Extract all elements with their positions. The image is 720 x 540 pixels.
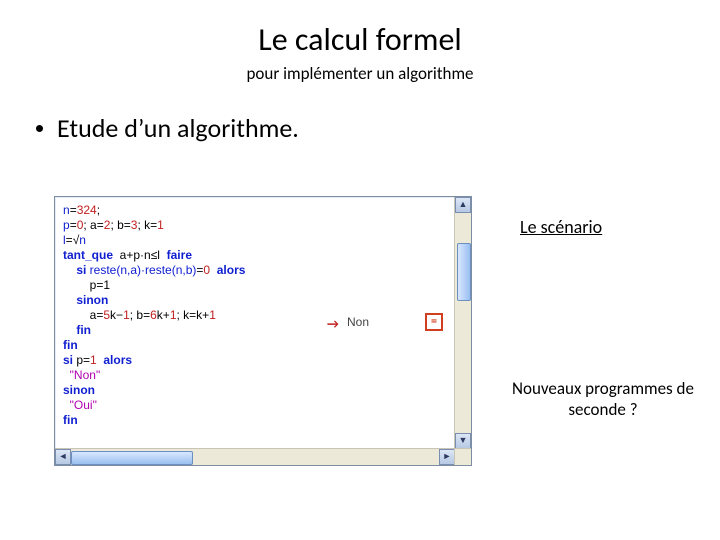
code-token: "Non" — [63, 368, 100, 382]
code-token: reste(n,a)·reste(n,b) — [86, 263, 196, 277]
code-pane: n=324; p=0; a=2; b=3; k=1 l=√n tant_que … — [54, 196, 472, 466]
vertical-scrollbar[interactable]: ▲ ▼ — [454, 197, 471, 449]
bullet-icon — [36, 125, 43, 132]
equals-icon[interactable]: = — [425, 313, 443, 331]
code-content: n=324; p=0; a=2; b=3; k=1 l=√n tant_que … — [55, 197, 471, 449]
code-token: p= — [73, 353, 90, 367]
slide-body: Etude d’un algorithme. — [0, 84, 720, 144]
code-token: 324 — [77, 203, 97, 217]
scroll-up-icon[interactable]: ▲ — [455, 197, 471, 213]
code-token: = — [70, 218, 77, 232]
code-token: sinon — [63, 293, 108, 307]
code-token: 1 — [170, 308, 177, 322]
scroll-thumb[interactable] — [457, 243, 471, 301]
code-token: k+ — [157, 308, 170, 322]
code-token: = — [97, 218, 104, 232]
scenario-link[interactable]: Le scénario — [520, 216, 602, 238]
code-token: tant_que — [63, 248, 113, 262]
code-token: fin — [63, 338, 78, 352]
code-token: 1 — [123, 308, 130, 322]
code-token: alors — [97, 353, 132, 367]
horizontal-scrollbar[interactable]: ◄ ► — [55, 448, 455, 465]
scroll-thumb[interactable] — [71, 451, 193, 465]
code-token: 1 — [90, 353, 97, 367]
code-token: 6 — [150, 308, 157, 322]
code-token: ; b= — [130, 308, 150, 322]
code-token: faire — [167, 248, 192, 262]
code-token: a= — [63, 308, 103, 322]
code-token: 1 — [209, 308, 216, 322]
result-arrow-icon: → — [327, 317, 339, 332]
code-token: n — [63, 203, 70, 217]
code-token: ; — [97, 203, 100, 217]
code-token: ; b — [110, 218, 123, 232]
code-token: 1 — [157, 218, 164, 232]
code-token: alors — [210, 263, 245, 277]
scroll-left-icon[interactable]: ◄ — [55, 449, 71, 465]
code-token: = — [124, 218, 131, 232]
scroll-down-icon[interactable]: ▼ — [455, 433, 471, 449]
code-token: sinon — [63, 383, 95, 397]
code-token: si — [63, 353, 73, 367]
code-token: = — [66, 233, 73, 247]
slide-subtitle: pour implémenter un algorithme — [0, 63, 720, 84]
slide: Le calcul formel pour implémenter un alg… — [0, 0, 720, 540]
code-token: si — [63, 263, 86, 277]
programs-note: Nouveaux programmes de seconde ? — [508, 378, 698, 420]
code-token: ; k=k+ — [177, 308, 210, 322]
code-token: a+p·n≤l — [113, 248, 167, 262]
code-token: fin — [63, 323, 91, 337]
code-token: ; a — [83, 218, 96, 232]
code-token: = — [70, 203, 77, 217]
scroll-right-icon[interactable]: ► — [439, 449, 455, 465]
code-token: p — [63, 218, 70, 232]
code-token: ; k — [137, 218, 150, 232]
code-token: k− — [110, 308, 123, 322]
bullet-text: Etude d’un algorithme. — [57, 112, 299, 144]
result-text: Non — [347, 315, 369, 329]
code-token: p=1 — [63, 278, 110, 292]
code-token: fin — [63, 413, 78, 427]
bullet-item: Etude d’un algorithme. — [36, 112, 684, 144]
code-token: n — [79, 233, 86, 247]
slide-title: Le calcul formel — [0, 0, 720, 59]
scroll-corner — [454, 448, 471, 465]
code-token: "Oui" — [63, 398, 97, 412]
